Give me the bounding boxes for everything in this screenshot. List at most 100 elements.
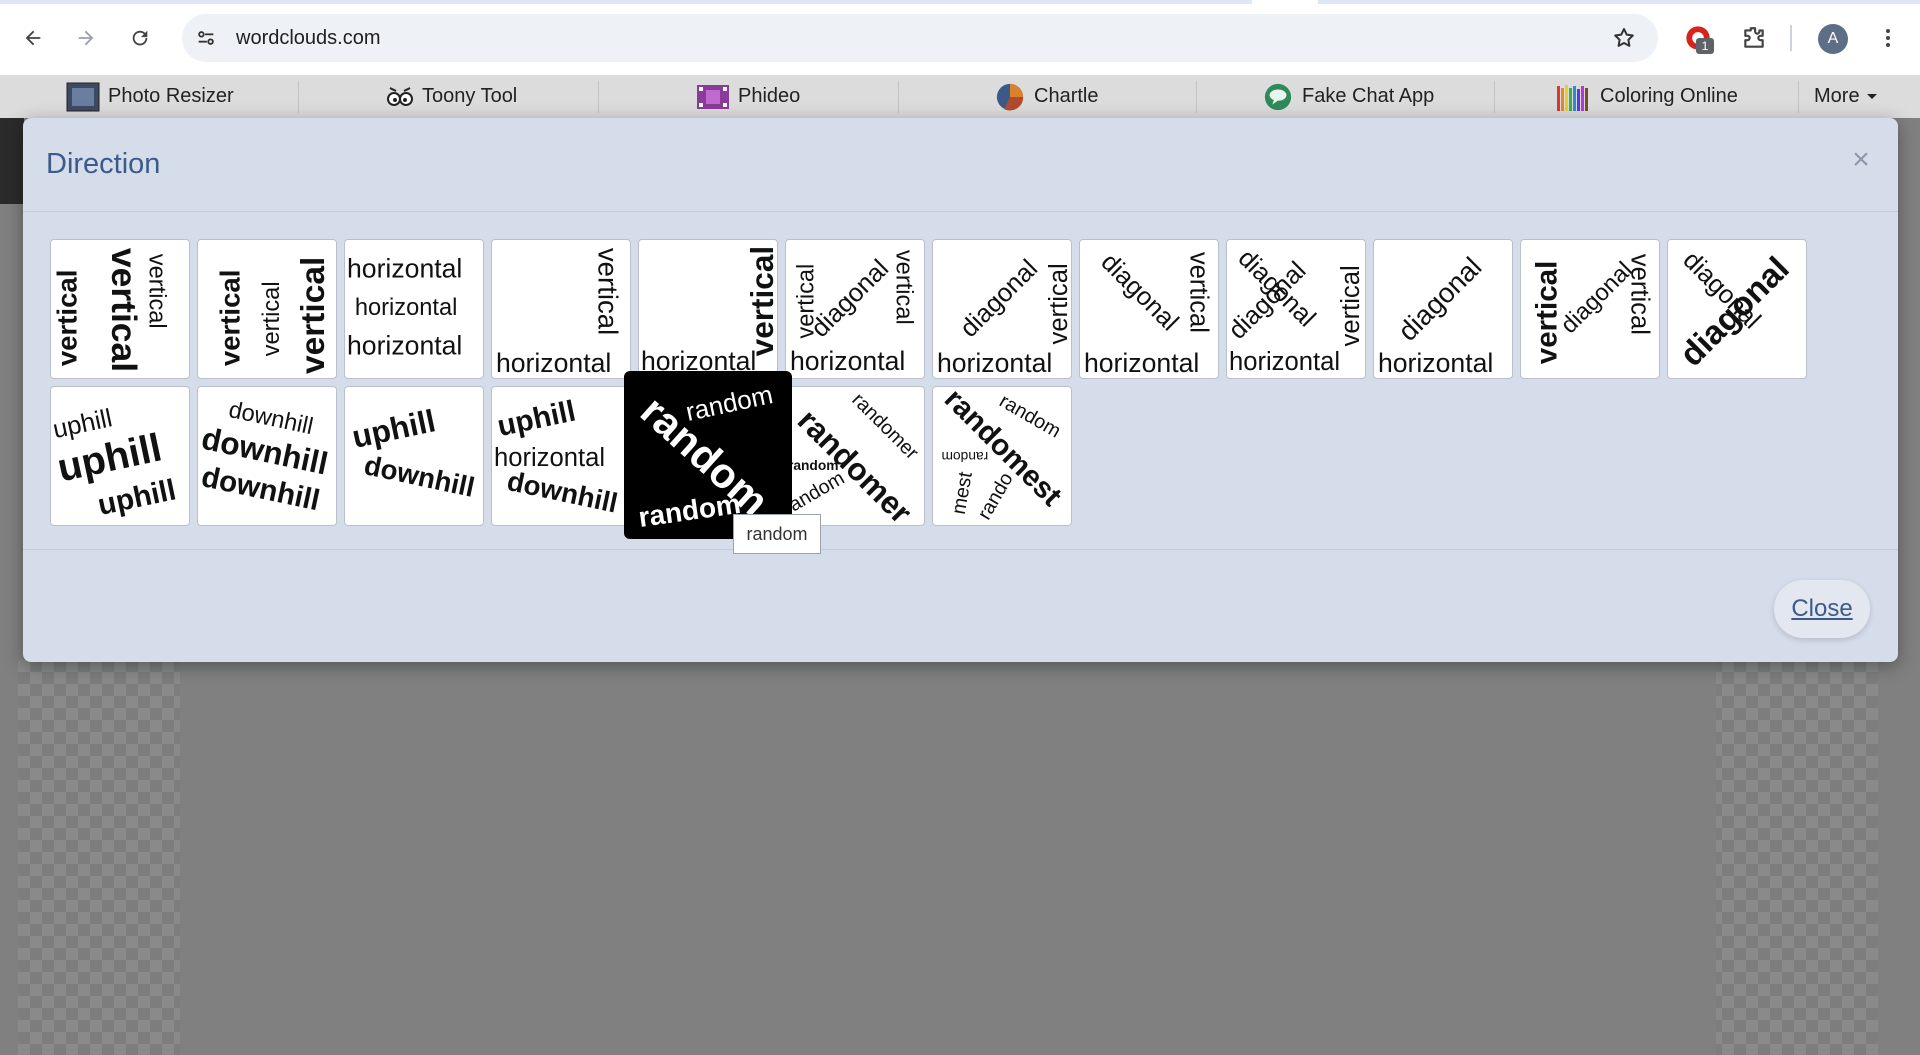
- nav-chartle[interactable]: Chartle: [994, 75, 1098, 118]
- dialog-header: Direction ×: [23, 118, 1898, 212]
- tile-preview: uphill uphill uphill: [51, 404, 179, 522]
- nav-divider: [1494, 81, 1495, 113]
- phideo-icon: [697, 84, 729, 109]
- reload-button[interactable]: [122, 20, 158, 56]
- tile-preview: vertical diagonal vertical: [1530, 254, 1653, 365]
- nav-coloring-online[interactable]: Coloring Online: [1556, 75, 1738, 118]
- tile-preview: diagonal vertical horizontal: [937, 255, 1071, 378]
- tile-word: horizontal: [347, 253, 462, 283]
- address-bar[interactable]: wordclouds.com: [182, 14, 1658, 62]
- extension-badge: 1: [1696, 38, 1714, 54]
- tile-word: vertical: [1530, 261, 1563, 365]
- nav-divider: [298, 81, 299, 113]
- more-menu[interactable]: More: [1814, 75, 1878, 118]
- direction-option-vertical-diagonal[interactable]: vertical diagonal vertical: [1520, 239, 1660, 379]
- direction-option-randomer[interactable]: randomer randomer random random: [785, 386, 925, 526]
- tile-preview: vertical horizontal: [641, 246, 777, 376]
- tile-preview: diagonal vertical horizontal: [1084, 248, 1212, 378]
- direction-option-randomest[interactable]: randomest random random mest rando: [932, 386, 1072, 526]
- direction-option-uphill-downhill[interactable]: uphill downhill: [344, 386, 484, 526]
- nav-divider: [1196, 81, 1197, 113]
- direction-option-diagonal-cross-vertical-horizontal[interactable]: diagonal diagonal vertical horizontal: [1226, 239, 1366, 379]
- direction-option-downhill[interactable]: downhill downhill downhill: [197, 386, 337, 526]
- tile-word: diagonal: [955, 255, 1043, 343]
- fake-chat-app-icon: [1264, 83, 1292, 110]
- coloring-online-icon: [1557, 84, 1588, 111]
- page-header-strip: [0, 118, 24, 204]
- nav-phideo[interactable]: Phideo: [696, 75, 800, 118]
- nav-divider: [898, 81, 899, 113]
- more-label: More: [1814, 85, 1860, 107]
- tile-preview: vertical vertical vertical: [214, 257, 332, 374]
- profile-avatar[interactable]: A: [1818, 24, 1848, 54]
- tile-word: mest: [948, 470, 977, 516]
- tile-word: vertical: [144, 254, 170, 329]
- photo-resizer-icon: [66, 82, 100, 111]
- nav-label: Photo Resizer: [108, 85, 234, 107]
- direction-option-uphill[interactable]: uphill uphill uphill: [50, 386, 190, 526]
- site-info-icon[interactable]: [192, 24, 220, 52]
- tile-word: vertical: [744, 246, 777, 356]
- nav-photo-resizer[interactable]: Photo Resizer: [66, 75, 234, 118]
- tile-word: downhill: [505, 465, 621, 519]
- nav-divider: [1798, 81, 1799, 113]
- tile-preview: randomest random random mest rando: [938, 387, 1068, 524]
- tab-strip: [0, 0, 1920, 4]
- direction-option-vertical-diagonal-horizontal[interactable]: vertical diagonal vertical horizontal: [785, 239, 925, 379]
- tile-word: horizontal: [347, 330, 462, 360]
- tile-word: uphill: [349, 402, 439, 455]
- tile-word: downhill: [361, 449, 477, 503]
- browser-menu-button[interactable]: [1872, 22, 1904, 54]
- direction-option-diagonal-horizontal[interactable]: diagonal horizontal: [1373, 239, 1513, 379]
- tile-word: random: [637, 488, 743, 533]
- forward-button[interactable]: [68, 20, 104, 56]
- direction-option-horizontal[interactable]: horizontal horizontal horizontal: [344, 239, 484, 379]
- nav-label: Chartle: [1034, 85, 1099, 107]
- tile-word: horizontal: [1229, 348, 1340, 376]
- tile-preview: uphill downhill: [349, 402, 477, 503]
- tile-preview: diagonal diagonal: [1673, 246, 1797, 374]
- caret-down-icon: [1866, 93, 1877, 99]
- option-tooltip: random: [733, 514, 821, 554]
- direction-option-diagonal-only[interactable]: diagonal diagonal: [1667, 239, 1807, 379]
- tile-preview: uphill horizontal downhill: [494, 394, 621, 519]
- back-arrow-icon: [25, 30, 41, 46]
- tile-word: vertical: [1625, 254, 1653, 335]
- bookmark-star-icon[interactable]: [1612, 26, 1636, 50]
- chartle-icon: [996, 83, 1024, 110]
- reload-icon: [132, 30, 148, 46]
- direction-option-diagonal-down-vertical-horizontal[interactable]: diagonal vertical horizontal: [1079, 239, 1219, 379]
- toony-tool-icon: [387, 86, 413, 106]
- tile-word: vertical: [214, 270, 245, 367]
- tile-word: vertical: [1337, 265, 1365, 346]
- back-button[interactable]: [15, 20, 51, 56]
- dialog-close-x-icon[interactable]: ×: [1846, 145, 1876, 176]
- direction-option-vertical-up[interactable]: vertical vertical vertical: [197, 239, 337, 379]
- tile-word: horizontal: [937, 348, 1052, 378]
- dialog-close-button[interactable]: Close: [1774, 580, 1870, 638]
- direction-option-horizontal-vertical[interactable]: vertical horizontal: [491, 239, 631, 379]
- direction-option-vertical-mixed[interactable]: vertical vertical vertical: [50, 239, 190, 379]
- tile-preview: randomer randomer random random: [786, 389, 923, 525]
- tile-word: vertical: [1045, 263, 1071, 344]
- tile-word: horizontal: [1084, 348, 1199, 378]
- nav-label: Phideo: [738, 85, 801, 107]
- direction-option-horizontal-vertical-big[interactable]: vertical horizontal: [638, 239, 778, 379]
- tile-word: horizontal: [790, 346, 905, 376]
- extensions-menu-button[interactable]: [1738, 22, 1770, 54]
- tile-word: vertical: [592, 248, 623, 335]
- tile-word: vertical: [1184, 252, 1212, 333]
- tile-word: diagonal: [1095, 248, 1183, 336]
- tile-word: vertical: [295, 257, 332, 374]
- extension-button[interactable]: 1: [1682, 22, 1714, 54]
- tile-word: vertical: [890, 250, 916, 325]
- forward-arrow-icon: [78, 30, 94, 46]
- direction-option-diagonal-vertical-horizontal[interactable]: diagonal vertical horizontal: [932, 239, 1072, 379]
- nav-fake-chat-app[interactable]: Fake Chat App: [1262, 75, 1434, 118]
- toolbar-divider: [1790, 25, 1792, 51]
- url-text: wordclouds.com: [236, 27, 381, 49]
- direction-option-uphill-horizontal-downhill[interactable]: uphill horizontal downhill: [491, 386, 631, 526]
- nav-toony-tool[interactable]: Toony Tool: [386, 75, 517, 118]
- tile-preview: downhill downhill downhill: [199, 397, 332, 517]
- tile-word: vertical: [52, 270, 83, 367]
